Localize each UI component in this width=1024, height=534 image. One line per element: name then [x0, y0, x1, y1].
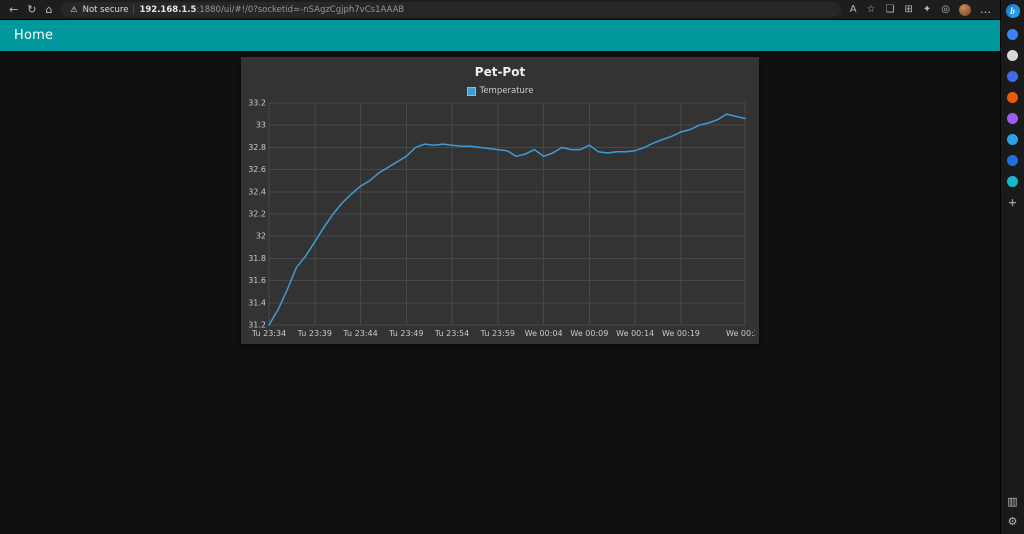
browser-window: ← ↻ ⌂ ⚠ Not secure 192.168.1.5:1880/ui/#… [0, 0, 1024, 534]
page-title: Home [14, 28, 53, 43]
x-tick-label: Tu 23:34 [251, 329, 286, 338]
edge-sidebar-bottom: ▥⚙ [1007, 496, 1017, 527]
x-tick-label: We 00:14 [616, 329, 654, 338]
y-tick-label: 32.2 [248, 210, 266, 219]
settings-gear-icon[interactable]: ⚙ [1008, 516, 1018, 527]
profile-avatar[interactable] [959, 4, 971, 16]
chart-card: Pet-Pot Temperature 31.231.431.631.83232… [241, 57, 759, 344]
url-host: 192.168.1.5 [139, 5, 196, 15]
add-sidebar-icon[interactable]: + [1007, 197, 1018, 208]
extensions-icon[interactable]: ✦ [923, 5, 931, 15]
y-tick-label: 32 [256, 232, 266, 241]
not-secure-label[interactable]: Not secure [83, 5, 129, 15]
address-divider [133, 5, 134, 14]
games-sidebar-icon[interactable] [1007, 113, 1018, 124]
temperature-series-line [269, 114, 745, 325]
side-panel-toggle-icon[interactable]: ▥ [1007, 496, 1017, 507]
browser-topbar: ← ↻ ⌂ ⚠ Not secure 192.168.1.5:1880/ui/#… [0, 0, 1000, 20]
bing-discover-icon[interactable]: b [1006, 4, 1020, 18]
y-tick-label: 33.2 [248, 99, 266, 108]
x-tick-label: We 00:09 [570, 329, 608, 338]
x-tick-label: Tu 23:59 [480, 329, 515, 338]
y-tick-label: 31.8 [248, 254, 266, 263]
y-tick-label: 31.6 [248, 276, 266, 285]
browser-menu-button[interactable]: … [980, 3, 991, 16]
browser-toolbar-icons: A ☆ ❏ ⊞ ✦ ◎ [850, 5, 950, 15]
favorites-star-icon[interactable]: ☆ [867, 5, 876, 15]
x-tick-label: We 00:19 [662, 329, 700, 338]
tools-sidebar-icon[interactable] [1007, 155, 1018, 166]
temperature-line-chart[interactable]: 31.231.431.631.83232.232.432.632.83333.2… [245, 99, 755, 341]
x-tick-label: Tu 23:39 [297, 329, 332, 338]
chart-legend[interactable]: Temperature [241, 86, 759, 96]
x-tick-label: Tu 23:44 [342, 329, 377, 338]
microsoft365-sidebar-icon[interactable] [1007, 92, 1018, 103]
x-tick-label: Tu 23:49 [388, 329, 423, 338]
split-screen-icon[interactable]: ❏ [886, 5, 895, 15]
dashboard-body: Pet-Pot Temperature 31.231.431.631.83232… [0, 51, 1000, 534]
collections-icon[interactable]: ⊞ [904, 5, 912, 15]
y-tick-label: 33 [256, 121, 266, 130]
edge-sidebar: b + ▥⚙ [1000, 0, 1024, 534]
browser-essentials-icon[interactable]: ◎ [941, 5, 950, 15]
url-path: :1880/ui/#!/0?socketid=-nSAgzCgjph7vCs1A… [196, 5, 404, 15]
dashboard-header: Home [0, 20, 1000, 51]
home-button[interactable]: ⌂ [45, 4, 52, 15]
y-tick-label: 32.8 [248, 143, 266, 152]
x-tick-label: Tu 23:54 [434, 329, 469, 338]
page-content: Home Pet-Pot Temperature 31.231.431.631.… [0, 20, 1000, 534]
outlook-sidebar-icon[interactable] [1007, 134, 1018, 145]
y-tick-label: 32.4 [248, 187, 266, 196]
copilot-sidebar-icon[interactable] [1007, 29, 1018, 40]
refresh-button[interactable]: ↻ [27, 4, 36, 15]
url-text[interactable]: 192.168.1.5:1880/ui/#!/0?socketid=-nSAgz… [139, 5, 404, 15]
y-tick-label: 32.6 [248, 165, 266, 174]
chart-title: Pet-Pot [241, 57, 759, 79]
x-tick-label: We 00:26 [726, 329, 755, 338]
legend-label: Temperature [480, 86, 534, 96]
y-tick-label: 31.4 [248, 298, 266, 307]
not-secure-warning-icon: ⚠ [70, 6, 77, 14]
back-button[interactable]: ← [9, 4, 18, 15]
shopping-sidebar-icon[interactable] [1007, 71, 1018, 82]
address-bar[interactable]: ⚠ Not secure 192.168.1.5:1880/ui/#!/0?so… [61, 2, 840, 17]
x-tick-label: We 00:04 [525, 329, 563, 338]
read-aloud-icon[interactable]: A [850, 5, 857, 15]
search-sidebar-icon[interactable] [1007, 50, 1018, 61]
drop-sidebar-icon[interactable] [1007, 176, 1018, 187]
edge-sidebar-icons: + [1007, 29, 1018, 496]
legend-swatch [467, 87, 476, 96]
